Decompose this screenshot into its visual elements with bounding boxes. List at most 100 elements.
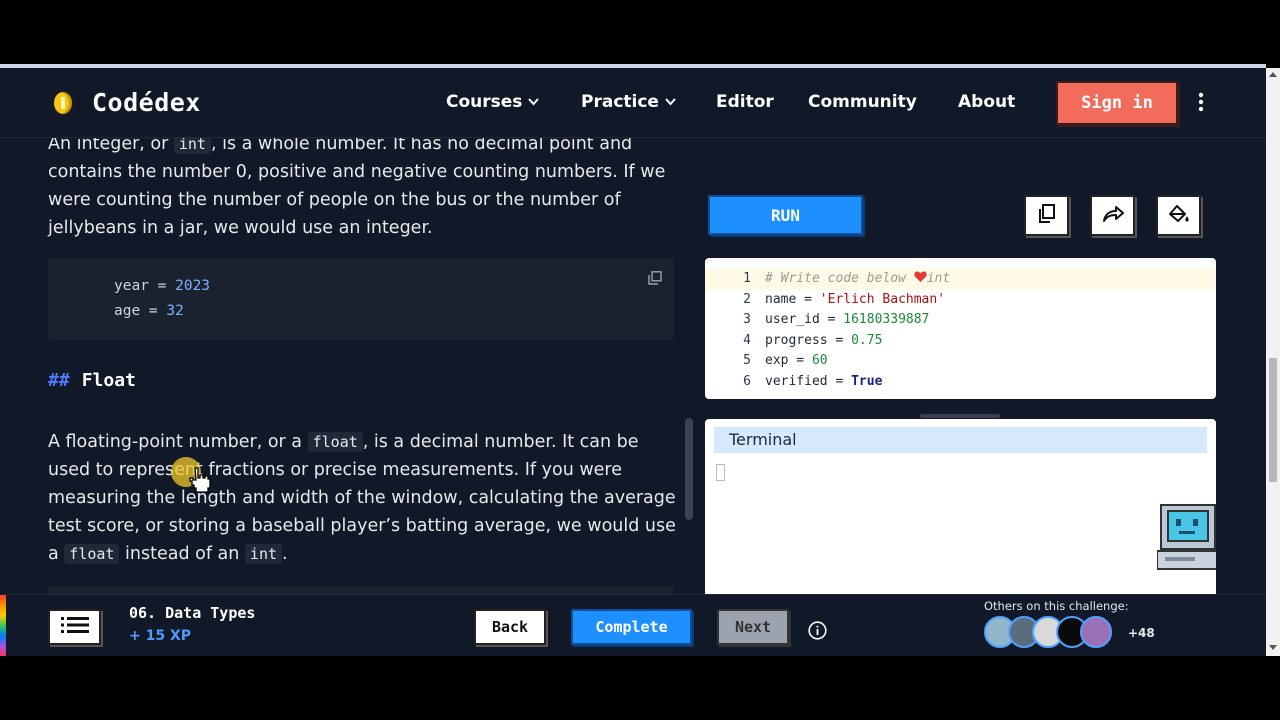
heading-hash: ## [48,370,70,391]
complete-button[interactable]: Complete [571,609,692,645]
editor-line[interactable]: 4 progress = 0.75 [705,331,1216,352]
code-keyword: True [851,374,883,389]
coin-logo-icon[interactable] [52,90,74,116]
line-number: 1 [743,271,751,286]
line-number: 5 [743,353,751,369]
scroll-down-icon[interactable] [1269,645,1277,650]
code-var: progress = [765,332,852,348]
text-span: An integer, or [48,138,174,154]
code-number: 0.75 [851,332,883,348]
more-menu-icon[interactable] [1198,92,1204,117]
copy-code-button[interactable] [1024,195,1069,236]
code-comment: int [926,271,951,286]
code-var: user_id = [765,312,844,328]
code-text: progress = 0.75 [765,331,882,352]
back-button[interactable]: Back [474,609,546,645]
header: Codédex Courses Practice Editor Communit… [0,68,1266,138]
share-arrow-icon [1102,205,1124,227]
code-number: 2023 [175,278,211,294]
xp-reward: + 15 XP [129,628,192,644]
inline-code: int [173,138,211,154]
code-number: 60 [811,353,828,369]
next-code-block [48,586,674,594]
text-span: instead of an [119,544,245,564]
text-span: . [282,544,288,564]
others-label: Others on this challenge: [984,599,1129,613]
lesson-title: 06. Data Types [129,604,256,622]
nav-courses-label: Courses [446,92,523,112]
line-number: 2 [743,291,751,307]
brand-logo[interactable]: Codédex [92,88,201,117]
list-icon [60,616,89,638]
editor-line[interactable]: 3 user_id = 16180339887 [705,310,1216,331]
computer-mascot-icon[interactable] [1156,501,1216,573]
inline-code: float [307,432,363,452]
lesson-menu-button[interactable] [48,609,101,645]
others-count: +48 [1128,626,1155,640]
code-text: # Write code below int [765,269,950,290]
info-icon[interactable] [808,621,827,640]
terminal-panel[interactable]: Terminal [705,419,1216,599]
copy-icon [1038,203,1056,228]
editor-line[interactable]: 6 verified = True [705,372,1216,393]
code-text: user_id = 16180339887 [765,310,929,331]
nav-community[interactable]: Community [808,92,917,112]
float-heading: ## Float [48,370,136,391]
rainbow-accent [0,595,6,656]
terminal-cursor [716,464,725,481]
terminal-title: Terminal [714,427,1207,453]
heading-text: Float [81,370,136,391]
code-text: year = [114,278,176,294]
code-string: 'Erlich Bachman' [819,291,946,307]
lesson-content: An integer, or int, is a whole number. I… [0,138,700,594]
code-number: 16180339887 [843,312,930,328]
theme-button[interactable] [1156,195,1201,236]
code-number: 32 [166,303,184,319]
window-scrollbar[interactable] [1266,68,1280,656]
code-line: year = 2023 [114,278,210,294]
inline-code: float [64,544,120,564]
code-var: verified = [765,374,852,389]
hand-cursor-icon [186,465,218,497]
heart-icon [914,270,927,282]
nav-practice-label: Practice [581,92,659,112]
inline-code: int [244,544,283,564]
float-paragraph: A floating-point number, or a float, is … [48,428,678,568]
app-window: Codédex Courses Practice Editor Communit… [0,68,1266,656]
chevron-down-icon [665,95,676,109]
nav-about[interactable]: About [958,92,1015,112]
pane-resize-handle[interactable] [920,414,1000,418]
copy-icon[interactable] [648,270,662,285]
editor-line[interactable]: 5 exp = 60 [705,351,1216,372]
code-text: age = [114,303,167,319]
share-button[interactable] [1090,195,1135,236]
nav-practice[interactable]: Practice [581,92,676,112]
lesson-footer: 06. Data Types + 15 XP Back Complete Nex… [0,594,1266,656]
run-button[interactable]: RUN [708,195,863,235]
code-editor[interactable]: 1 # Write code below int 2 name = 'Erlic… [705,258,1216,399]
editor-line[interactable]: 1 # Write code below int [705,269,1216,290]
code-text: name = 'Erlich Bachman' [765,290,945,311]
next-button[interactable]: Next [717,609,789,645]
scroll-up-icon[interactable] [1269,72,1277,77]
nav-courses[interactable]: Courses [446,92,540,112]
lesson-scrollbar[interactable] [685,418,693,520]
code-var: exp = [765,353,812,369]
avatar-group[interactable] [984,616,1114,650]
text-span: A floating-point number, or a [48,432,308,452]
line-number: 6 [743,374,751,389]
int-code-block: year = 2023 age = 32 [48,258,674,340]
code-line: age = 32 [114,303,184,319]
sign-in-button[interactable]: Sign in [1056,81,1178,125]
code-text: exp = 60 [765,351,828,372]
avatar[interactable] [1080,616,1112,648]
nav-editor[interactable]: Editor [716,92,774,112]
paint-bucket-icon [1168,204,1190,228]
chevron-down-icon [528,95,540,109]
code-comment: # Write code below [765,271,914,286]
editor-line[interactable]: 2 name = 'Erlich Bachman' [705,290,1216,311]
int-paragraph: An integer, or int, is a whole number. I… [48,138,678,242]
code-text: verified = True [765,372,882,393]
scrollbar-thumb[interactable] [1269,358,1277,482]
line-number: 4 [743,332,751,348]
